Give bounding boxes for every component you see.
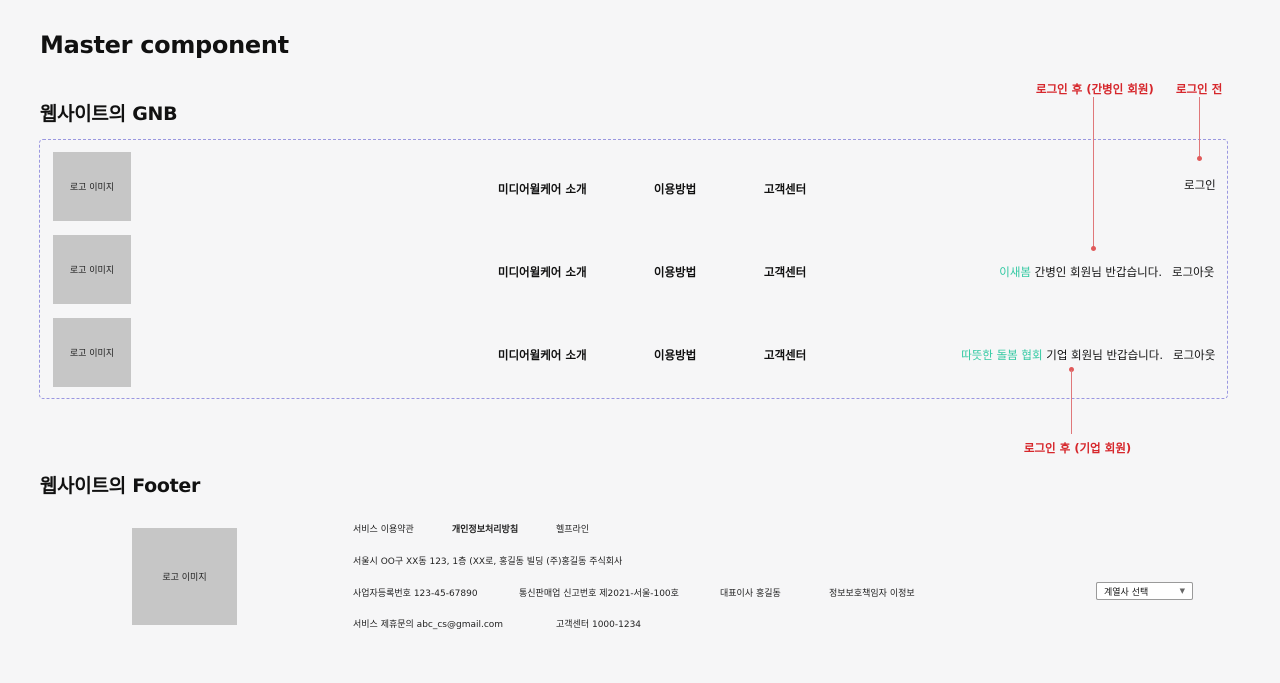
footer-customer-center: 고객센터 1000-1234: [556, 620, 642, 630]
annotation-connector: [1093, 97, 1094, 249]
page-title: Master component: [40, 31, 289, 59]
greeting-text: 기업 회원님 반갑습니다.: [1042, 348, 1163, 362]
affiliate-select[interactable]: 계열사 선택 ▼: [1096, 582, 1193, 600]
annotation-connector: [1071, 370, 1072, 434]
gnb-heading: 웹사이트의 GNB: [40, 103, 178, 125]
nav-item-how-to-use[interactable]: 이용방법: [654, 181, 696, 197]
nav-item-about[interactable]: 미디어윌케어 소개: [498, 347, 587, 363]
nav-item-customer-center[interactable]: 고객센터: [764, 347, 806, 363]
footer-privacy-officer: 정보보호책임자 이정보: [829, 589, 915, 599]
greeting-text: 간병인 회원님 반갑습니다.: [1030, 265, 1162, 279]
footer-link-privacy[interactable]: 개인정보처리방침: [452, 522, 518, 535]
member-name: 따뜻한 돌봄 협회: [961, 348, 1043, 362]
welcome-message: 따뜻한 돌봄 협회 기업 회원님 반갑습니다.: [961, 347, 1163, 363]
login-link[interactable]: 로그인: [1184, 177, 1216, 193]
nav-item-how-to-use[interactable]: 이용방법: [654, 347, 696, 363]
nav-item-how-to-use[interactable]: 이용방법: [654, 264, 696, 280]
nav-item-about[interactable]: 미디어윌케어 소개: [498, 264, 587, 280]
annotation-dot: [1091, 246, 1096, 251]
member-name: 이새봄: [999, 265, 1031, 279]
annotation-dot: [1197, 156, 1202, 161]
welcome-message: 이새봄 간병인 회원님 반갑습니다.: [999, 264, 1162, 280]
footer-heading: 웹사이트의 Footer: [40, 475, 201, 497]
nav-item-customer-center[interactable]: 고객센터: [764, 264, 806, 280]
chevron-down-icon: ▼: [1179, 587, 1185, 595]
footer-ecommerce-number: 통신판매업 신고번호 제2021-서울-100호: [519, 589, 679, 599]
nav-item-about[interactable]: 미디어윌케어 소개: [498, 181, 587, 197]
gnb-logo-image[interactable]: 로고 이미지: [53, 235, 131, 304]
nav-item-customer-center[interactable]: 고객센터: [764, 181, 806, 197]
footer-address: 서울시 OO구 XX동 123, 1층 (XX로, 홍길동 빌딩 (주)홍길동 …: [353, 557, 623, 567]
annotation-connector: [1199, 97, 1200, 159]
footer-link-helpline[interactable]: 헬프라인: [556, 522, 589, 535]
gnb-logo-image[interactable]: 로고 이미지: [53, 318, 131, 387]
footer-link-terms[interactable]: 서비스 이용약관: [353, 522, 414, 535]
footer-ceo: 대표이사 홍길동: [720, 589, 781, 599]
annotation-before-login: 로그인 전: [1176, 82, 1223, 96]
gnb-logo-image[interactable]: 로고 이미지: [53, 152, 131, 221]
logout-link[interactable]: 로그아웃: [1173, 347, 1215, 363]
footer-partnership-contact: 서비스 제휴문의 abc_cs@gmail.com: [353, 620, 504, 630]
affiliate-select-value: 계열사 선택: [1104, 587, 1149, 598]
annotation-after-login-caregiver: 로그인 후 (간병인 회원): [1036, 82, 1154, 96]
footer-business-number: 사업자등록번호 123-45-67890: [353, 589, 478, 599]
annotation-after-login-company: 로그인 후 (기업 회원): [1024, 441, 1132, 455]
logout-link[interactable]: 로그아웃: [1172, 264, 1214, 280]
footer-logo-image[interactable]: 로고 이미지: [132, 528, 237, 625]
